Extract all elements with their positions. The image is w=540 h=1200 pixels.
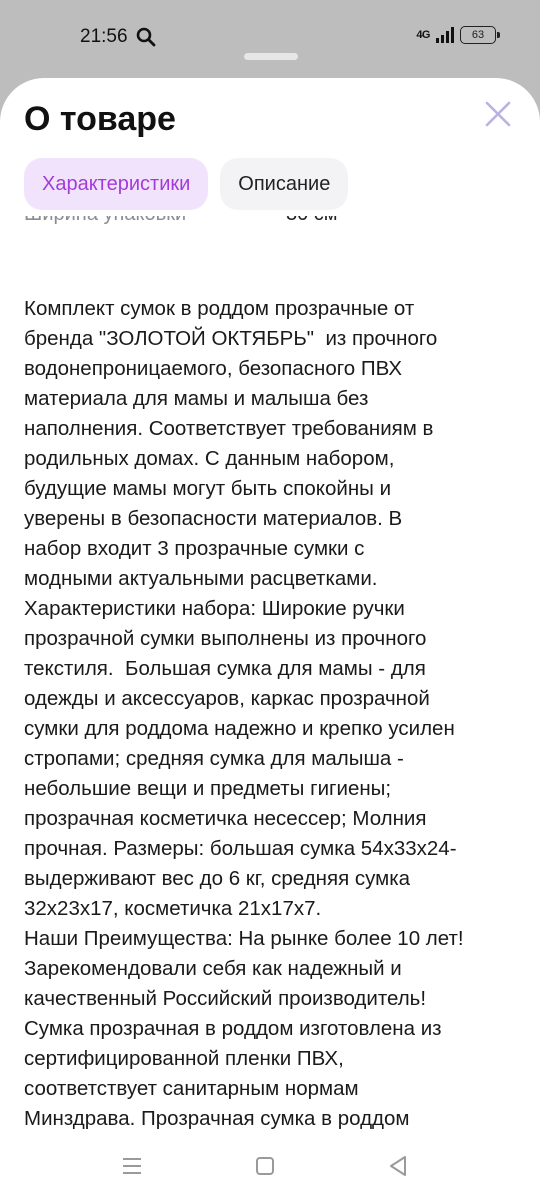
signal-icon <box>436 27 454 43</box>
status-bar: 21:56 4G 63 <box>0 0 540 72</box>
description-line: небольшие вещи и предметы гигиены; <box>24 777 392 800</box>
description-line: Сумка прозрачная в роддом изготовлена из <box>24 1017 442 1040</box>
product-description: Комплект сумок в роддом прозрачные от бре… <box>24 294 524 1134</box>
status-time: 21:56 <box>80 26 128 47</box>
description-line: сертифицированной пленки ПВХ, <box>24 1047 344 1070</box>
description-line: соответствует санитарным нормам <box>24 1077 359 1100</box>
network-type: 4G <box>416 29 430 41</box>
tab-description[interactable]: Описание <box>220 158 349 210</box>
description-line: Зарекомендовали себя как надежный и <box>24 957 402 980</box>
tab-bar: Характеристики Описание <box>24 158 349 210</box>
description-line: бренда "ЗОЛОТОЙ ОКТЯБРЬ" из прочного <box>24 327 438 350</box>
spec-value: 30 см <box>286 216 338 226</box>
description-line: прозрачной сумки выполнены из прочного <box>24 627 427 650</box>
description-line: набор входит 3 прозрачные сумки с <box>24 537 365 560</box>
description-line: уверены в безопасности материалов. В <box>24 507 403 530</box>
description-line: Наши Преимущества: На рынке более 10 лет… <box>24 927 464 950</box>
description-line: будущие мамы могут быть спокойны и <box>24 477 392 500</box>
description-line: текстиля. Большая сумка для мамы - для <box>24 657 426 680</box>
description-line: материала для мамы и малыша без <box>24 387 369 410</box>
search-icon <box>136 27 156 47</box>
spec-label: Ширина упаковки <box>24 216 186 226</box>
product-info-sheet: О товаре Характеристики Описание Ширина … <box>0 78 540 1200</box>
system-nav-bar <box>0 1134 540 1200</box>
description-line: качественный Российский производитель! <box>24 987 427 1010</box>
description-line: водонепроницаемого, безопасного ПВХ <box>24 357 403 380</box>
description-line: 32х23х17, косметичка 21х17х7. <box>24 897 322 920</box>
description-line: родильных домах. С данным набором, <box>24 447 395 470</box>
description-line: Комплект сумок в роддом прозрачные от <box>24 297 415 320</box>
description-line: Минздрава. Прозрачная сумка в роддом <box>24 1107 410 1130</box>
sheet-title: О товаре <box>24 100 176 138</box>
back-triangle-icon[interactable] <box>384 1152 412 1180</box>
spec-row-package-width: Ширина упаковки 30 см <box>24 216 524 242</box>
sheet-grab-handle[interactable] <box>244 53 298 60</box>
description-line: наполнения. Соответствует требованиям в <box>24 417 434 440</box>
status-indicators: 4G 63 <box>416 26 500 44</box>
description-line: стропами; средняя сумка для малыша - <box>24 747 404 770</box>
description-line: выдерживают вес до 6 кг, средняя сумка <box>24 867 411 890</box>
description-line: модными актуальными расцветками. <box>24 567 378 590</box>
home-square-icon[interactable] <box>251 1152 279 1180</box>
battery-icon: 63 <box>460 26 500 44</box>
description-line: сумки для роддома надежно и крепко усиле… <box>24 717 455 740</box>
description-line: прозрачная косметичка несессер; Молния <box>24 807 427 830</box>
tab-characteristics[interactable]: Характеристики <box>24 158 209 210</box>
menu-icon[interactable] <box>118 1152 146 1180</box>
description-line: прочная. Размеры: большая сумка 54х33х24… <box>24 837 457 860</box>
battery-level: 63 <box>471 29 485 41</box>
description-line: Характеристики набора: Широкие ручки <box>24 597 405 620</box>
description-line: одежды и аксессуаров, каркас прозрачной <box>24 687 430 710</box>
close-icon[interactable] <box>482 98 514 130</box>
